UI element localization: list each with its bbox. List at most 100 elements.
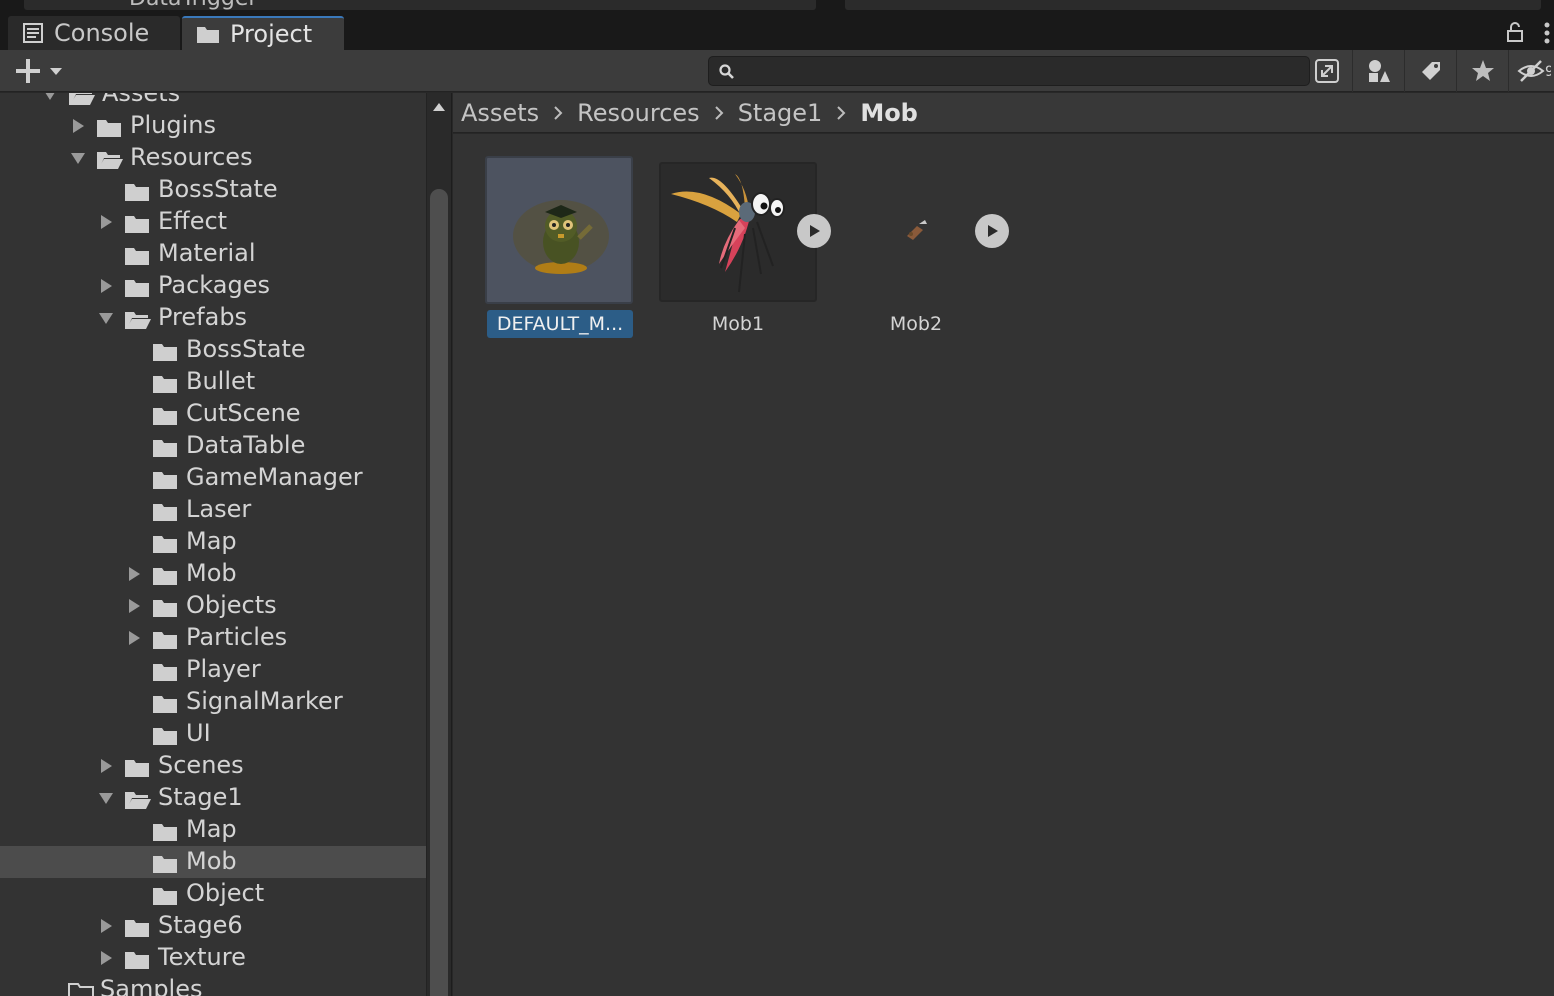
open-in-window-button[interactable]: [1302, 50, 1352, 92]
asset-label: Mob2: [889, 313, 943, 335]
folder-icon: [152, 692, 178, 720]
tree-item[interactable]: DataTable: [0, 430, 426, 462]
tree-item[interactable]: CutScene: [0, 398, 426, 430]
folder-icon: [152, 372, 178, 400]
folder-tree[interactable]: Assets Plugins Resources BossState Effect Mat…: [0, 93, 426, 996]
partial-title: DataTrigger: [129, 0, 257, 10]
tree-item[interactable]: SignalMarker: [0, 686, 426, 718]
tree-item[interactable]: Bullet: [0, 366, 426, 398]
asset-item[interactable]: Mob1: [659, 162, 839, 348]
tree-item[interactable]: Particles: [0, 622, 426, 654]
create-button[interactable]: [14, 56, 74, 86]
tree-item[interactable]: Laser: [0, 494, 426, 526]
folder-icon: [152, 564, 178, 592]
folder-icon: [152, 596, 178, 624]
tab-console[interactable]: Console: [8, 16, 180, 50]
expand-arrow-right-icon[interactable]: [98, 950, 114, 966]
folder-icon: [152, 532, 178, 560]
tree-item[interactable]: Map: [0, 526, 426, 558]
expand-arrow-right-icon[interactable]: [126, 566, 142, 582]
tree-item[interactable]: Map: [0, 814, 426, 846]
folder-icon: [152, 660, 178, 688]
tree-item[interactable]: Prefabs: [0, 302, 426, 334]
folder-icon: [124, 756, 150, 784]
tree-item-samples[interactable]: Samples: [0, 974, 426, 996]
tree-item[interactable]: UI: [0, 718, 426, 750]
tree-item-assets[interactable]: Assets: [0, 93, 426, 110]
tree-item-label: Laser: [186, 495, 252, 523]
tree-item[interactable]: Texture: [0, 942, 426, 974]
tree-item[interactable]: Mob: [0, 846, 426, 878]
tab-project[interactable]: Project: [182, 16, 344, 50]
breadcrumb: Assets Resources Stage1 Mob: [453, 93, 1554, 133]
expand-arrow-right-icon[interactable]: [98, 758, 114, 774]
folder-icon: [152, 468, 178, 496]
tree-item[interactable]: Objects: [0, 590, 426, 622]
tree-item-label: Material: [158, 239, 256, 267]
tree-item-label: Particles: [186, 623, 288, 651]
more-menu-icon[interactable]: [1544, 22, 1550, 44]
filter-by-type-button[interactable]: [1352, 50, 1404, 92]
hidden-packages-button[interactable]: 9: [1508, 50, 1554, 92]
tree-item[interactable]: Effect: [0, 206, 426, 238]
folder-icon: [152, 404, 178, 432]
expand-arrow-down-icon[interactable]: [42, 93, 58, 102]
tree-item[interactable]: Stage6: [0, 910, 426, 942]
tree-item[interactable]: Player: [0, 654, 426, 686]
breadcrumb-separator-icon: [836, 105, 846, 121]
tree-item[interactable]: Mob: [0, 558, 426, 590]
scroll-up-arrow-icon[interactable]: [431, 101, 447, 113]
tree-item[interactable]: Material: [0, 238, 426, 270]
tree-item[interactable]: Scenes: [0, 750, 426, 782]
tree-item[interactable]: Plugins: [0, 110, 426, 142]
breadcrumb-stage1[interactable]: Stage1: [738, 99, 823, 127]
search-input[interactable]: [739, 59, 1299, 83]
tree-item[interactable]: Packages: [0, 270, 426, 302]
asset-thumbnail[interactable]: [837, 162, 995, 302]
breadcrumb-resources[interactable]: Resources: [577, 99, 700, 127]
folder-open-icon: [96, 148, 124, 176]
play-animation-button[interactable]: [975, 214, 1009, 248]
filter-by-label-icon: [1421, 62, 1440, 80]
tree-item-label: CutScene: [186, 399, 301, 427]
search-field[interactable]: [708, 56, 1310, 86]
tree-item[interactable]: GameManager: [0, 462, 426, 494]
small-sprite-icon: [907, 220, 927, 240]
folder-icon: [152, 852, 178, 880]
expand-arrow-right-icon[interactable]: [98, 214, 114, 230]
tree-item[interactable]: Stage1: [0, 782, 426, 814]
tree-item-label: Map: [186, 527, 237, 555]
tree-item[interactable]: BossState: [0, 334, 426, 366]
breadcrumb-mob[interactable]: Mob: [860, 99, 918, 127]
filter-by-label-button[interactable]: [1404, 50, 1456, 92]
play-animation-button[interactable]: [797, 214, 831, 248]
breadcrumb-separator-icon: [714, 105, 724, 121]
asset-thumbnail[interactable]: [485, 156, 633, 304]
asset-item[interactable]: Mob2: [837, 162, 1017, 348]
tree-item[interactable]: BossState: [0, 174, 426, 206]
expand-arrow-right-icon[interactable]: [70, 118, 86, 134]
asset-label: DEFAULT_M...: [487, 310, 633, 338]
expand-arrow-right-icon[interactable]: [126, 630, 142, 646]
asset-item[interactable]: DEFAULT_M...: [485, 156, 635, 342]
breadcrumb-assets[interactable]: Assets: [461, 99, 539, 127]
expand-arrow-down-icon[interactable]: [98, 310, 114, 326]
favorites-button[interactable]: [1456, 50, 1508, 92]
tree-item-label: Map: [186, 815, 237, 843]
tree-item-label: Scenes: [158, 751, 244, 779]
scrollbar-thumb[interactable]: [430, 189, 448, 996]
folder-icon: [152, 724, 178, 752]
asset-thumbnail[interactable]: [659, 162, 817, 302]
folder-icon: [152, 340, 178, 368]
tree-item[interactable]: Resources: [0, 142, 426, 174]
folder-icon: [152, 884, 178, 912]
expand-arrow-right-icon[interactable]: [98, 918, 114, 934]
expand-arrow-right-icon[interactable]: [98, 278, 114, 294]
tree-item-label: Effect: [158, 207, 228, 235]
tree-item[interactable]: Object: [0, 878, 426, 910]
expand-arrow-down-icon[interactable]: [70, 150, 86, 166]
lock-icon[interactable]: [1506, 22, 1524, 42]
expand-arrow-down-icon[interactable]: [98, 790, 114, 806]
expand-arrow-right-icon[interactable]: [126, 598, 142, 614]
tree-scrollbar[interactable]: [426, 93, 452, 996]
